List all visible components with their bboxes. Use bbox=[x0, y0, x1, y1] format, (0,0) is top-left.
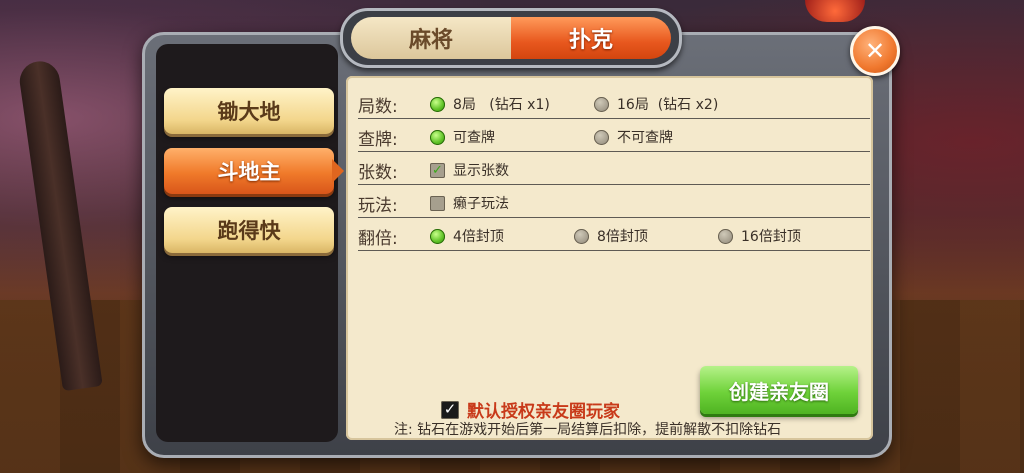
active-tab-pointer bbox=[332, 159, 344, 183]
option-text: 16局 (钻石 x2) bbox=[617, 97, 719, 113]
game-tab-label: 斗地主 bbox=[217, 160, 281, 184]
game-tab-chudadi[interactable]: 锄大地 bbox=[164, 88, 334, 134]
show-card-count-checkbox[interactable]: ✓ 显示张数 bbox=[430, 160, 509, 180]
option-text: 显示张数 bbox=[453, 163, 509, 179]
create-club-label: 创建亲友圈 bbox=[729, 379, 829, 404]
option-text: 8局 (钻石 x1) bbox=[453, 97, 550, 113]
card-count-label: 张数: bbox=[358, 163, 398, 183]
radio-unselected-icon bbox=[718, 228, 733, 244]
game-tab-label: 锄大地 bbox=[217, 100, 281, 124]
checkbox-checked-icon: ✓ bbox=[430, 162, 445, 178]
multiplier-option-8x[interactable]: 8倍封顶 bbox=[574, 226, 648, 246]
multiplier-option-16x[interactable]: 16倍封顶 bbox=[718, 226, 801, 246]
option-text: 4倍封顶 bbox=[453, 229, 504, 245]
rounds-option-16[interactable]: 16局 (钻石 x2) bbox=[594, 94, 718, 114]
checkbox-checked-icon: ✓ bbox=[441, 400, 459, 419]
tab-poker[interactable]: 扑克 bbox=[511, 17, 671, 59]
option-text: 8倍封顶 bbox=[597, 229, 648, 245]
radio-unselected-icon bbox=[594, 96, 609, 112]
rounds-label: 局数: bbox=[358, 97, 398, 117]
play-style-row: 玩法: 癞子玩法 bbox=[358, 185, 870, 218]
create-club-button[interactable]: 创建亲友圈 bbox=[700, 366, 858, 414]
game-tab-doudizhu[interactable]: 斗地主 bbox=[164, 148, 334, 194]
close-icon: ✕ bbox=[864, 37, 886, 65]
radio-unselected-icon bbox=[574, 228, 589, 244]
radio-selected-icon bbox=[430, 96, 445, 112]
multiplier-label: 翻倍: bbox=[358, 229, 398, 249]
view-cards-option-disallowed[interactable]: 不可查牌 bbox=[594, 127, 673, 147]
view-cards-row: 查牌: 可查牌 不可查牌 bbox=[358, 119, 870, 152]
radio-selected-icon bbox=[430, 228, 445, 244]
checkbox-unchecked-icon bbox=[430, 195, 445, 211]
rounds-row: 局数: 8局 (钻石 x1) 16局 (钻石 x2) bbox=[358, 86, 870, 119]
option-text: 16倍封顶 bbox=[741, 229, 801, 245]
game-tab-paodekuai[interactable]: 跑得快 bbox=[164, 207, 334, 253]
game-tab-label: 跑得快 bbox=[217, 219, 281, 243]
multiplier-row: 翻倍: 4倍封顶 8倍封顶 16倍封顶 bbox=[358, 218, 870, 251]
multiplier-option-4x[interactable]: 4倍封顶 bbox=[430, 226, 504, 246]
radio-selected-icon bbox=[430, 129, 445, 145]
diamond-note: 注: 钻石在游戏开始后第一局结算后扣除，提前解散不扣除钻石 bbox=[394, 422, 782, 438]
category-tabs: 麻将 扑克 bbox=[340, 8, 682, 68]
card-count-row: 张数: ✓ 显示张数 bbox=[358, 152, 870, 185]
option-text: 可查牌 bbox=[453, 130, 495, 146]
close-button[interactable]: ✕ bbox=[850, 26, 900, 76]
play-style-label: 玩法: bbox=[358, 196, 398, 216]
view-cards-label: 查牌: bbox=[358, 130, 398, 150]
wildcard-play-checkbox[interactable]: 癞子玩法 bbox=[430, 193, 509, 213]
rounds-option-8[interactable]: 8局 (钻石 x1) bbox=[430, 94, 550, 114]
tab-label: 扑克 bbox=[568, 28, 613, 53]
option-text: 癞子玩法 bbox=[453, 196, 509, 212]
option-text: 不可查牌 bbox=[617, 130, 673, 146]
tab-mahjong[interactable]: 麻将 bbox=[351, 17, 511, 59]
tab-label: 麻将 bbox=[408, 28, 453, 53]
radio-unselected-icon bbox=[594, 129, 609, 145]
view-cards-option-allowed[interactable]: 可查牌 bbox=[430, 127, 495, 147]
